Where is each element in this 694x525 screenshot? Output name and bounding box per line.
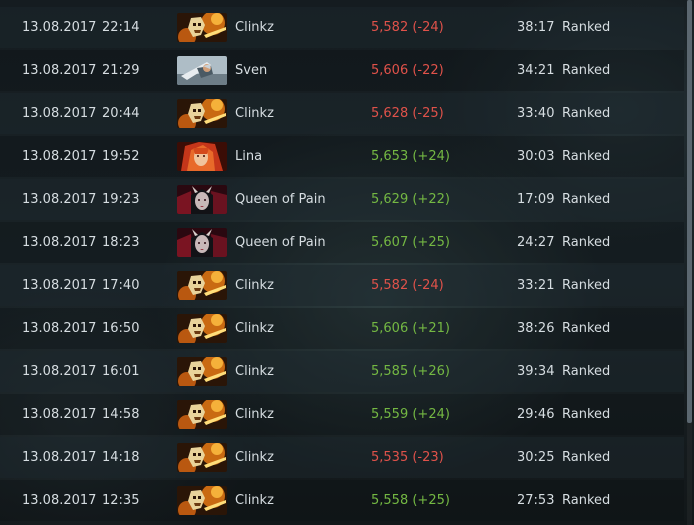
hero-name: Clinkz <box>235 364 274 379</box>
match-row[interactable]: 13.08.2017 14:18 Clinkz 5,535 (-23) 30:25 Ran… <box>0 437 684 478</box>
match-time: 19:23 <box>102 192 140 207</box>
match-duration: 33:40 <box>517 106 555 121</box>
match-row[interactable]: 13.08.2017 12:35 Clinkz 5,558 (+25) 27:53 Ran… <box>0 480 684 521</box>
game-mode: Ranked <box>562 407 611 422</box>
clinkz-portrait <box>177 443 227 472</box>
match-date: 13.08.2017 <box>22 192 97 207</box>
match-row[interactable]: 13.08.2017 16:50 Clinkz 5,606 (+21) 38:26 Ran… <box>0 308 684 349</box>
queen-of-pain-portrait <box>177 228 227 257</box>
match-date: 13.08.2017 <box>22 106 97 121</box>
mmr-change: 5,559 (+24) <box>371 407 450 422</box>
match-time: 14:58 <box>102 407 140 422</box>
mmr-change: 5,582 (-24) <box>371 278 444 293</box>
game-mode: Ranked <box>562 235 611 250</box>
match-row[interactable]: 13.08.2017 19:23 Queen of Pain 5,629 (+22) 1… <box>0 179 684 220</box>
match-row[interactable]: 13.08.2017 18:23 Queen of Pain 5,607 (+25) 2… <box>0 222 684 263</box>
match-time: 16:50 <box>102 321 140 336</box>
clinkz-portrait <box>177 400 227 429</box>
mmr-change: 5,607 (+25) <box>371 235 450 250</box>
hero-name: Clinkz <box>235 493 274 508</box>
game-mode: Ranked <box>562 20 611 35</box>
match-row[interactable]: 13.08.2017 16:01 Clinkz 5,585 (+26) 39:34 Ran… <box>0 351 684 392</box>
game-mode: Ranked <box>562 364 611 379</box>
clinkz-portrait <box>177 13 227 42</box>
match-row[interactable]: 13.08.2017 22:14 Clinkz 5,582 (-24) 38:17 Ran… <box>0 7 684 48</box>
match-date: 13.08.2017 <box>22 235 97 250</box>
match-duration: 33:21 <box>517 278 555 293</box>
hero-name: Queen of Pain <box>235 235 326 250</box>
match-date: 13.08.2017 <box>22 364 97 379</box>
mmr-change: 5,606 (+21) <box>371 321 450 336</box>
queen-of-pain-portrait <box>177 185 227 214</box>
match-row[interactable]: 13.08.2017 20:44 Clinkz 5,628 (-25) 33:40 Ran… <box>0 93 684 134</box>
game-mode: Ranked <box>562 106 611 121</box>
hero-name: Clinkz <box>235 407 274 422</box>
match-time: 12:35 <box>102 493 140 508</box>
match-duration: 38:17 <box>517 20 555 35</box>
scrollbar-track[interactable] <box>687 0 692 525</box>
match-row[interactable]: 13.08.2017 14:58 Clinkz 5,559 (+24) 29:46 Ran… <box>0 394 684 435</box>
mmr-change: 5,582 (-24) <box>371 20 444 35</box>
hero-name: Clinkz <box>235 278 274 293</box>
match-history-list: 13.08.2017 22:14 Clinkz 5,582 (-24) 38:17 Ran… <box>0 0 694 525</box>
mmr-change: 5,558 (+25) <box>371 493 450 508</box>
match-duration: 34:21 <box>517 63 555 78</box>
clinkz-portrait <box>177 357 227 386</box>
match-duration: 17:09 <box>517 192 555 207</box>
match-duration: 30:25 <box>517 450 555 465</box>
hero-name: Clinkz <box>235 321 274 336</box>
mmr-change: 5,629 (+22) <box>371 192 450 207</box>
match-date: 13.08.2017 <box>22 20 97 35</box>
hero-name: Sven <box>235 63 268 78</box>
match-date: 13.08.2017 <box>22 450 97 465</box>
clinkz-portrait <box>177 486 227 515</box>
match-date: 13.08.2017 <box>22 278 97 293</box>
hero-name: Queen of Pain <box>235 192 326 207</box>
match-date: 13.08.2017 <box>22 149 97 164</box>
clinkz-portrait <box>177 99 227 128</box>
match-time: 16:01 <box>102 364 140 379</box>
game-mode: Ranked <box>562 63 611 78</box>
match-row[interactable]: 13.08.2017 21:29 Sven 5,606 (-22) 34:21 Ranke… <box>0 50 684 91</box>
match-date: 13.08.2017 <box>22 493 97 508</box>
match-time: 20:44 <box>102 106 140 121</box>
mmr-change: 5,585 (+26) <box>371 364 450 379</box>
scrollbar-thumb[interactable] <box>687 0 692 423</box>
match-row[interactable]: 13.08.2017 17:40 Clinkz 5,582 (-24) 33:21 Ran… <box>0 265 684 306</box>
match-time: 21:29 <box>102 63 140 78</box>
match-date: 13.08.2017 <box>22 63 97 78</box>
match-duration: 24:27 <box>517 235 555 250</box>
match-date: 13.08.2017 <box>22 407 97 422</box>
sven-portrait <box>177 56 227 85</box>
hero-name: Clinkz <box>235 20 274 35</box>
game-mode: Ranked <box>562 321 611 336</box>
mmr-change: 5,535 (-23) <box>371 450 444 465</box>
match-duration: 27:53 <box>517 493 555 508</box>
match-time: 18:23 <box>102 235 140 250</box>
match-time: 22:14 <box>102 20 140 35</box>
game-mode: Ranked <box>562 192 611 207</box>
clinkz-portrait <box>177 271 227 300</box>
hero-name: Lina <box>235 149 263 164</box>
lina-portrait <box>177 142 227 171</box>
match-duration: 38:26 <box>517 321 555 336</box>
mmr-change: 5,653 (+24) <box>371 149 450 164</box>
match-time: 14:18 <box>102 450 140 465</box>
hero-name: Clinkz <box>235 106 274 121</box>
match-row[interactable]: 13.08.2017 19:52 Lina 5,653 (+24) 30:03 Ranke… <box>0 136 684 177</box>
mmr-change: 5,606 (-22) <box>371 63 444 78</box>
match-duration: 30:03 <box>517 149 555 164</box>
game-mode: Ranked <box>562 149 611 164</box>
match-duration: 29:46 <box>517 407 555 422</box>
game-mode: Ranked <box>562 450 611 465</box>
match-duration: 39:34 <box>517 364 555 379</box>
match-time: 17:40 <box>102 278 140 293</box>
mmr-change: 5,628 (-25) <box>371 106 444 121</box>
match-time: 19:52 <box>102 149 140 164</box>
match-date: 13.08.2017 <box>22 321 97 336</box>
clinkz-portrait <box>177 314 227 343</box>
game-mode: Ranked <box>562 278 611 293</box>
game-mode: Ranked <box>562 493 611 508</box>
hero-name: Clinkz <box>235 450 274 465</box>
